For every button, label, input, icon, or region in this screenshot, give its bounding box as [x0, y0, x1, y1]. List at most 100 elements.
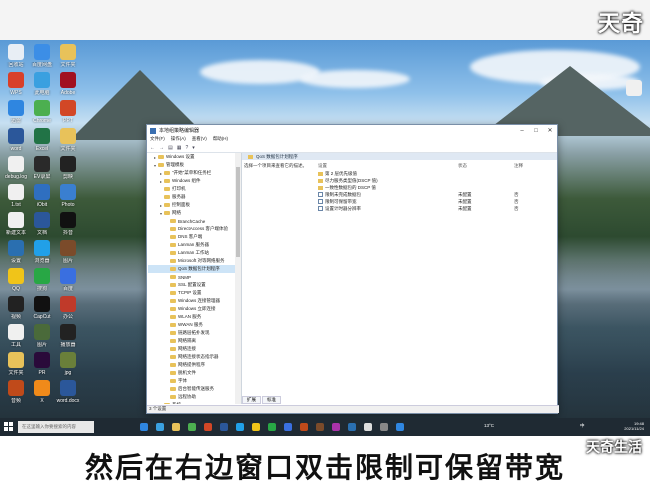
taskbar-app-icon[interactable]	[188, 423, 196, 431]
tree-node[interactable]: 网络提供程序	[148, 361, 236, 369]
forward-icon[interactable]: →	[159, 145, 164, 151]
tree-node[interactable]: WWAN 服务	[148, 321, 236, 329]
desktop-icon[interactable]: 文档	[30, 212, 54, 236]
tree-node[interactable]: 链路层拓扑发现	[148, 329, 236, 337]
desktop-icon[interactable]: 剪映	[56, 156, 80, 180]
desktop-icon[interactable]: QQ	[4, 268, 28, 292]
menu-action[interactable]: 操作(A)	[171, 136, 186, 143]
tab-extended[interactable]: 扩展	[242, 396, 261, 404]
desktop-icon[interactable]: 播放器	[56, 324, 80, 348]
desktop-icon[interactable]: 文件夹	[56, 128, 80, 152]
desktop-icon[interactable]: Adobe	[56, 72, 80, 96]
back-icon[interactable]: ←	[150, 145, 155, 151]
tab-standard[interactable]: 标准	[262, 396, 281, 404]
desktop-icon[interactable]: debug.log	[4, 156, 28, 180]
desktop-icon[interactable]: 文件夹	[56, 44, 80, 68]
tree-node[interactable]: QoS 数据包计划程序	[148, 265, 236, 273]
tree-node[interactable]: WLAN 服务	[148, 313, 236, 321]
taskbar-app-icon[interactable]	[220, 423, 228, 431]
ime-indicator[interactable]: 中	[580, 423, 585, 429]
desktop-icon[interactable]: Photo	[56, 184, 80, 208]
tree-node[interactable]: ▾ 管理模板	[148, 161, 236, 169]
tree-node[interactable]: ▸ 控制面板	[148, 201, 236, 209]
window-titlebar[interactable]: 本地组策略编辑器 – □ ✕	[147, 125, 557, 136]
taskbar-app-icon[interactable]	[172, 423, 180, 431]
taskbar-search-input[interactable]: 在这里输入你要搜索的内容	[18, 421, 94, 433]
windows-start-icon[interactable]	[4, 422, 14, 432]
group-policy-editor-window[interactable]: 本地组策略编辑器 – □ ✕ 文件(F) 操作(A) 查看(V) 帮助(H) ←…	[146, 124, 559, 414]
tree-node[interactable]: 后台智能传送服务	[148, 385, 236, 393]
desktop-icon[interactable]: 文件夹	[4, 352, 28, 376]
menu-view[interactable]: 查看(V)	[192, 136, 207, 143]
tree-node[interactable]: 脱机文件	[148, 369, 236, 377]
desktop-icon[interactable]: CapCut	[30, 296, 54, 320]
tree-scrollbar[interactable]	[235, 153, 242, 404]
tree-node[interactable]: ▸ "开始"菜单和任务栏	[148, 169, 236, 177]
filter-icon[interactable]: ▾	[192, 145, 195, 151]
menu-help[interactable]: 帮助(H)	[213, 136, 228, 143]
taskbar-app-icon[interactable]	[348, 423, 356, 431]
setting-row[interactable]: 设置计时器分辨率 未配置 否	[318, 205, 548, 212]
taskbar-app-icon[interactable]	[252, 423, 260, 431]
desktop-icon[interactable]: word	[4, 128, 28, 152]
desktop-icon[interactable]: jpg	[56, 352, 80, 376]
taskbar-app-icon[interactable]	[268, 423, 276, 431]
desktop-icon[interactable]: 百度网盘	[30, 44, 54, 68]
menu-file[interactable]: 文件(F)	[150, 136, 165, 143]
tree-node[interactable]: DirectAccess 客户端体验	[148, 225, 236, 233]
desktop-icon[interactable]: 图片	[56, 240, 80, 264]
desktop-icon[interactable]: iObit	[30, 184, 54, 208]
taskbar-app-icon[interactable]	[236, 423, 244, 431]
tree-node[interactable]: Lanman 工作站	[148, 249, 236, 257]
desktop-icon[interactable]: 音频	[4, 380, 28, 404]
setting-row[interactable]: 一致性数据包的 DSCP 值	[318, 184, 548, 191]
column-comment[interactable]: 注释	[514, 163, 523, 170]
desktop-icon[interactable]: 图片	[30, 324, 54, 348]
tree-node[interactable]: Windows 立即连接	[148, 305, 236, 313]
taskbar-app-icon[interactable]	[204, 423, 212, 431]
desktop-icon[interactable]: 回收站	[4, 44, 28, 68]
desktop-icon[interactable]: 工具	[4, 324, 28, 348]
desktop-icon[interactable]: Chrome	[30, 100, 54, 124]
taskbar-app-icon[interactable]	[380, 423, 388, 431]
desktop-icon[interactable]: PPT	[56, 100, 80, 124]
tree-node[interactable]: 网络连接	[148, 345, 236, 353]
tree-node[interactable]: DNS 客户端	[148, 233, 236, 241]
desktop-icon[interactable]: 设置	[4, 240, 28, 264]
taskbar-app-icon[interactable]	[364, 423, 372, 431]
tree-node[interactable]: Microsoft 对等网络服务	[148, 257, 236, 265]
desktop-icon[interactable]: 此电脑	[30, 72, 54, 96]
tree-node[interactable]: 网络隔离	[148, 337, 236, 345]
maximize-icon[interactable]: □	[529, 128, 543, 134]
desktop-icon[interactable]: EV录屏	[30, 156, 54, 180]
setting-row[interactable]: 尽力服务类型值(DSCP 值)	[318, 177, 548, 184]
desktop-icon[interactable]: 新建文本	[4, 212, 28, 236]
tree-node[interactable]: ▾ 网络	[148, 209, 236, 217]
minimize-icon[interactable]: –	[515, 128, 529, 134]
tree-node[interactable]: 打印机	[148, 185, 236, 193]
desktop-file-icon[interactable]	[622, 80, 646, 96]
tree-node[interactable]: Lanman 服务器	[148, 241, 236, 249]
close-icon[interactable]: ✕	[543, 127, 557, 134]
taskbar-app-icon[interactable]	[396, 423, 404, 431]
column-state[interactable]: 状态	[458, 163, 514, 170]
desktop-icon[interactable]: word.docx	[56, 380, 80, 404]
tree-node[interactable]: SNMP	[148, 273, 236, 281]
desktop-icon[interactable]: 抖音	[56, 212, 80, 236]
taskbar-app-icon[interactable]	[332, 423, 340, 431]
tree-node[interactable]: ▸ Windows 组件	[148, 177, 236, 185]
desktop-icon[interactable]: 搜狗	[30, 268, 54, 292]
tree-node[interactable]: BranchCache	[148, 217, 236, 225]
column-setting[interactable]: 设置	[318, 163, 458, 170]
tree-node[interactable]: TCPIP 设置	[148, 289, 236, 297]
desktop-icon[interactable]: Excel	[30, 128, 54, 152]
desktop-icon[interactable]: 办公	[56, 296, 80, 320]
tree-node[interactable]: 服务器	[148, 193, 236, 201]
desktop-icon[interactable]: 视频	[4, 296, 28, 320]
desktop-icon[interactable]: PR	[30, 352, 54, 376]
taskbar-app-icon[interactable]	[316, 423, 324, 431]
tree-node[interactable]: ▸ Windows 设置	[148, 153, 236, 161]
list-icon[interactable]: ▦	[177, 145, 182, 151]
tree-node[interactable]: 远程协助	[148, 393, 236, 401]
setting-row[interactable]: 限制可保留带宽 未配置 否	[318, 198, 548, 205]
